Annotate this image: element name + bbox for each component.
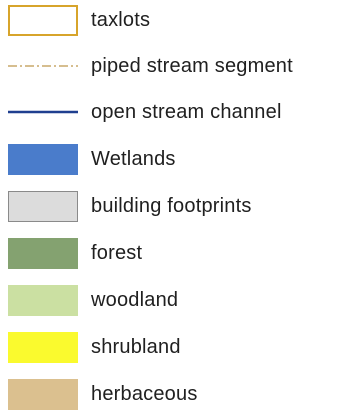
herbaceous-swatch bbox=[8, 379, 78, 410]
legend-label-open-stream-channel: open stream channel bbox=[91, 101, 282, 123]
legend-item-forest: forest bbox=[0, 235, 347, 275]
legend-label-shrubland: shrubland bbox=[91, 336, 181, 358]
legend-item-open-stream-channel: open stream channel bbox=[0, 94, 347, 134]
legend-label-woodland: woodland bbox=[91, 289, 179, 311]
wetlands-swatch bbox=[8, 144, 78, 175]
legend-label-piped-stream-segment: piped stream segment bbox=[91, 55, 293, 77]
solid-line-icon bbox=[8, 110, 78, 114]
legend-label-taxlots: taxlots bbox=[91, 9, 151, 31]
legend-item-woodland: woodland bbox=[0, 282, 347, 322]
map-legend: taxlots piped stream segment open stream… bbox=[0, 0, 347, 419]
dash-dot-line-icon bbox=[8, 65, 78, 67]
shrubland-swatch bbox=[8, 332, 78, 363]
woodland-swatch bbox=[8, 285, 78, 316]
forest-swatch bbox=[8, 238, 78, 269]
legend-label-forest: forest bbox=[91, 242, 143, 264]
legend-item-wetlands: Wetlands bbox=[0, 141, 347, 181]
legend-label-building-footprints: building footprints bbox=[91, 195, 252, 217]
open-stream-line-swatch bbox=[8, 102, 78, 122]
legend-item-shrubland: shrubland bbox=[0, 329, 347, 369]
taxlots-swatch bbox=[8, 5, 78, 36]
legend-item-piped-stream-segment: piped stream segment bbox=[0, 48, 347, 88]
legend-label-wetlands: Wetlands bbox=[91, 148, 176, 170]
legend-item-building-footprints: building footprints bbox=[0, 188, 347, 228]
building-footprints-swatch bbox=[8, 191, 78, 222]
piped-stream-line-swatch bbox=[8, 56, 78, 76]
legend-item-taxlots: taxlots bbox=[0, 2, 347, 42]
legend-label-herbaceous: herbaceous bbox=[91, 383, 198, 405]
legend-item-herbaceous: herbaceous bbox=[0, 376, 347, 416]
